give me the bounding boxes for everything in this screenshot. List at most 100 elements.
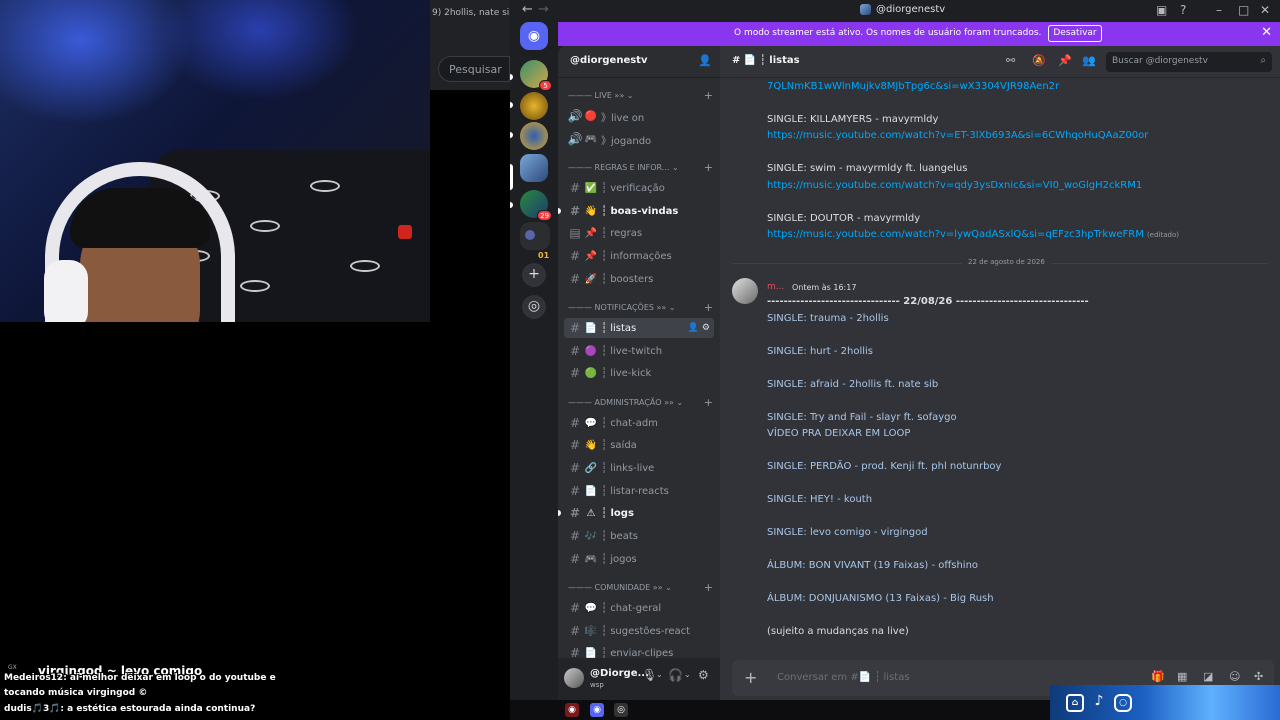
- create-channel-icon[interactable]: +: [704, 581, 713, 594]
- channel-listar-reacts[interactable]: # 📄 ┆ listar-reacts: [564, 481, 714, 501]
- create-channel-icon[interactable]: +: [704, 89, 713, 102]
- voice-channel-jogando[interactable]: 🔊 🎮 》jogando: [564, 129, 714, 149]
- channel-informacoes[interactable]: # 📌 ┆ informações: [564, 246, 714, 266]
- channel-links-live[interactable]: # 🔗 ┆ links-live: [564, 458, 714, 478]
- hash-icon: #: [569, 366, 581, 380]
- speaker-icon: 🔊: [567, 109, 583, 123]
- microphone-icon[interactable]: 🎙: [642, 668, 657, 682]
- message-link[interactable]: https://music.youtube.com/watch?v=lywQad…: [767, 229, 1179, 240]
- username[interactable]: @Diorge...: [590, 668, 649, 679]
- channel-settings-icons[interactable]: 👤 ⚙: [688, 323, 710, 333]
- pin-icon[interactable]: 📌: [1058, 54, 1072, 67]
- discord-home-button[interactable]: ◉: [520, 22, 548, 50]
- rules-icon: ▤: [569, 226, 581, 240]
- message-timestamp: Ontem às 16:17: [792, 283, 857, 292]
- channel-jogos[interactable]: # 🎮 ┆ jogos: [564, 549, 714, 569]
- hash-icon: #: [569, 601, 581, 615]
- server-folder-label: 01: [538, 251, 550, 260]
- category-live[interactable]: ——— LIVE »» ⌄ +: [568, 89, 713, 105]
- message-line: VÍDEO PRA DEIXAR EM LOOP: [767, 428, 911, 439]
- gif-icon[interactable]: ▦: [1177, 670, 1187, 683]
- discord-taskbar-icon[interactable]: ◉: [590, 703, 604, 717]
- unread-indicator: [558, 510, 561, 516]
- browser-search-box[interactable]: Pesquisar: [438, 56, 510, 82]
- server-icon-diorgenestv[interactable]: [520, 154, 548, 182]
- chat-line: dudis🎵3🎵: a estética estourada ainda con…: [4, 704, 256, 714]
- channel-logs[interactable]: # ⚠ ┆ logs: [564, 503, 714, 523]
- emoji-icon[interactable]: ☺: [1229, 670, 1240, 683]
- server-folder[interactable]: [520, 222, 550, 250]
- category-administracao[interactable]: ——— ADMINISTRAÇÃO »» ⌄ +: [568, 396, 713, 412]
- twitch-icon: ⌂: [1066, 694, 1084, 712]
- inbox-icon[interactable]: ▣: [1156, 3, 1167, 17]
- channel-listas[interactable]: # 📄 ┆ listas 👤 ⚙: [564, 318, 714, 338]
- avatar[interactable]: [732, 278, 758, 304]
- channel-saida[interactable]: # 👋 ┆ saída: [564, 435, 714, 455]
- chevron-down-icon[interactable]: ⌄: [684, 670, 691, 679]
- create-channel-icon[interactable]: +: [704, 161, 713, 174]
- settings-gear-icon[interactable]: ⚙: [698, 668, 709, 682]
- headphones-icon[interactable]: 🎧: [668, 668, 683, 682]
- back-arrow-icon[interactable]: ←: [522, 2, 533, 17]
- avatar[interactable]: [564, 668, 584, 688]
- edited-tag: (editado): [1147, 231, 1179, 239]
- selected-server-indicator: [510, 164, 513, 190]
- channel-chat-adm[interactable]: # 💬 ┆ chat-adm: [564, 413, 714, 433]
- channel-boas-vindas[interactable]: # 👋 ┆ boas-vindas: [564, 201, 714, 221]
- hash-icon: #: [569, 416, 581, 430]
- channel-sugestoes-react[interactable]: # 🎼 ┆ sugestões-react: [564, 621, 714, 641]
- stream-chat-overlay: Medeiros12: ai melhor deixar em loop o d…: [0, 660, 276, 720]
- notification-bell-icon[interactable]: 🔕: [1032, 54, 1046, 67]
- server-icon[interactable]: [520, 92, 548, 120]
- window-title: @diorgenestv: [860, 4, 945, 15]
- voice-channel-live-on[interactable]: 🔊 🔴 》live on: [564, 106, 714, 126]
- disable-streamer-mode-button[interactable]: Desativar: [1048, 25, 1102, 42]
- app-taskbar-icon[interactable]: ◎: [614, 703, 628, 717]
- browser-tab-title[interactable]: 9) 2hollis, nate sib - a: [430, 8, 510, 18]
- channel-regras[interactable]: ▤ 📌 ┆ regras: [564, 223, 714, 243]
- message-line[interactable]: 7QLNmKB1wWlnMujkv8MJbTpg6c&si=wX3304VJR9…: [767, 81, 1059, 92]
- forward-arrow-icon[interactable]: →: [538, 2, 549, 17]
- add-attachment-icon[interactable]: +: [744, 668, 757, 687]
- server-icon[interactable]: 5: [520, 60, 552, 91]
- threads-icon[interactable]: ⚯: [1006, 54, 1015, 67]
- close-window-icon[interactable]: ✕: [1260, 3, 1270, 17]
- gift-icon[interactable]: 🎁: [1151, 670, 1165, 683]
- channel-verificacao[interactable]: # ✅ ┆ verificação: [564, 178, 714, 198]
- explore-icon[interactable]: ◎: [522, 295, 546, 319]
- apps-icon[interactable]: ✣: [1254, 670, 1263, 683]
- channel-chat-geral[interactable]: # 💬 ┆ chat-geral: [564, 598, 714, 618]
- webcam-feed: [0, 0, 430, 322]
- channel-live-twitch[interactable]: # 🟣 ┆ live-twitch: [564, 341, 714, 361]
- create-channel-icon[interactable]: +: [704, 396, 713, 409]
- sticker-icon[interactable]: ◪: [1203, 670, 1213, 683]
- record-app-icon[interactable]: ◉: [565, 703, 579, 717]
- message-link[interactable]: https://music.youtube.com/watch?v=ET-3lX…: [767, 130, 1148, 141]
- discord-window: ← → @diorgenestv ▣ ? – □ ✕ O modo stream…: [510, 0, 1280, 720]
- invite-people-icon[interactable]: 👤: [698, 54, 712, 67]
- maximize-icon[interactable]: □: [1238, 3, 1249, 17]
- social-overlay: ⌂ ♪ ○: [1050, 685, 1280, 720]
- unread-indicator: [510, 202, 513, 208]
- instagram-icon: ○: [1114, 694, 1132, 712]
- hash-icon: #: [569, 321, 581, 335]
- category-comunidade[interactable]: ——— COMUNIDADE »» ⌄ +: [568, 581, 713, 597]
- member-list-icon[interactable]: 👥: [1082, 54, 1096, 67]
- search-input[interactable]: Buscar @diorgenestv ⌕: [1106, 52, 1272, 72]
- add-server-button[interactable]: +: [522, 263, 546, 287]
- chevron-down-icon[interactable]: ⌄: [656, 670, 663, 679]
- server-header[interactable]: @diorgenestv 👤: [558, 46, 720, 78]
- category-regras[interactable]: ——— REGRAS E INFOR... ⌄ +: [568, 161, 713, 177]
- channel-boosters[interactable]: # 🚀 ┆ boosters: [564, 269, 714, 289]
- banner-close-icon[interactable]: ✕: [1261, 25, 1272, 40]
- message-author[interactable]: m...: [767, 282, 784, 292]
- server-icon[interactable]: 29: [520, 190, 552, 221]
- create-channel-icon[interactable]: +: [704, 301, 713, 314]
- minimize-icon[interactable]: –: [1216, 3, 1222, 17]
- message-link[interactable]: https://music.youtube.com/watch?v=qdy3ys…: [767, 180, 1142, 191]
- category-notificacoes[interactable]: ——— NOTIFICAÇÕES »» ⌄ +: [568, 301, 713, 317]
- channel-live-kick[interactable]: # 🟢 ┆ live-kick: [564, 363, 714, 383]
- server-icon[interactable]: [520, 122, 548, 150]
- channel-beats[interactable]: # 🎶 ┆ beats: [564, 526, 714, 546]
- help-icon[interactable]: ?: [1180, 3, 1186, 17]
